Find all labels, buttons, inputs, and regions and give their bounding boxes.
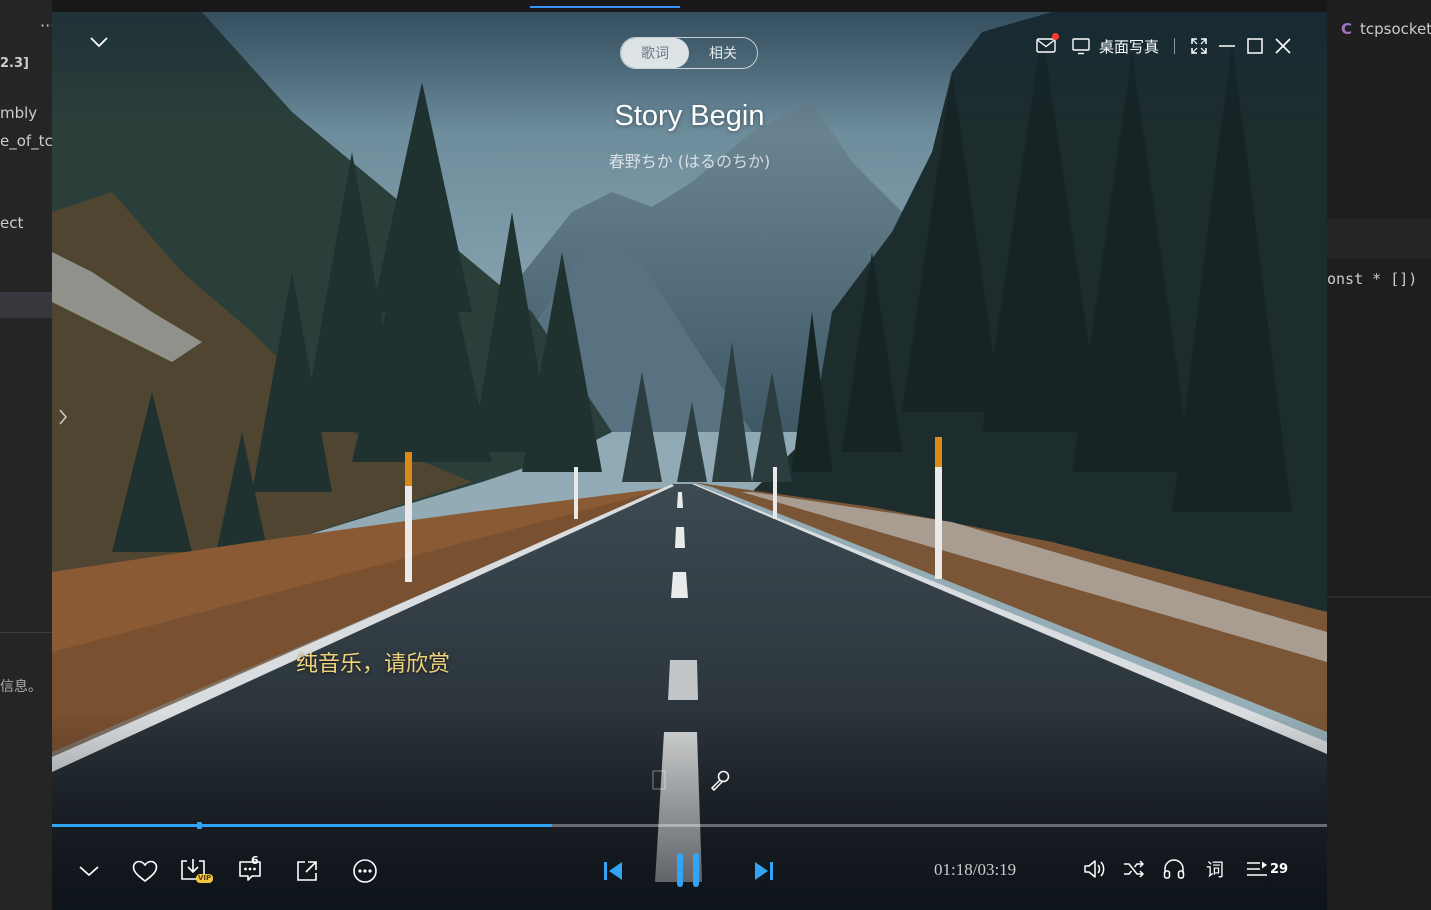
like-button[interactable] [131,858,159,884]
desktop-photo-button[interactable]: 桌面写真 [1072,34,1159,58]
progress-fill [52,824,552,827]
sound-effect-button[interactable] [1161,856,1187,882]
maximize-button[interactable] [1244,35,1266,57]
heart-icon [132,860,158,882]
chevron-down-icon [90,37,108,48]
artist-name[interactable]: 春野ちか (はるのちか) [52,148,1327,172]
share-button[interactable] [293,858,321,884]
tab-related[interactable]: 相关 [689,38,757,68]
skip-next-icon [755,862,773,880]
pause-button[interactable] [672,850,704,890]
editor-side-panel: ··· 2.3] mbly e_of_tcp ect 信息。 [0,0,52,910]
fullscreen-icon [1191,38,1207,54]
notification-dot [1052,33,1059,40]
playlist-count: 29 [1269,861,1289,877]
desktop-photo-label: 桌面写真 [1099,37,1160,56]
toolbar-separator [1174,38,1175,54]
maximize-icon [1247,38,1263,54]
c-file-icon: C [1341,20,1353,38]
panel-text-info: 信息。 [0,679,42,695]
volume-icon [1084,860,1105,878]
shuffle-button[interactable] [1121,856,1147,882]
chevron-right-icon [59,409,68,425]
editor-divider [1327,596,1431,598]
collapse-button[interactable] [76,858,102,884]
panel-text-version: 2.3] [0,56,29,71]
minimize-icon [1219,45,1235,47]
album-background-image [52,12,1327,910]
translate-icon [652,770,666,790]
editor-right-panel: Ctcpsocket onst * []) [1327,0,1431,910]
headphones-icon [1163,859,1185,879]
pause-icon [677,853,699,887]
skip-previous-icon [604,862,622,880]
panel-selected-row[interactable] [0,292,52,318]
playlist-icon [1246,861,1267,876]
panel-divider [0,632,52,633]
comments-button[interactable] [236,858,264,884]
active-tab-indicator [530,6,680,8]
lyric-translate-button[interactable] [648,767,670,793]
playlist-button[interactable]: 29 [1244,856,1290,882]
close-icon [1275,38,1291,54]
song-title: Story Begin [614,100,765,132]
panel-text-file: e_of_tcp [0,132,52,150]
volume-button[interactable] [1081,856,1107,882]
monitor-icon [1072,37,1090,54]
close-button[interactable] [1272,35,1294,57]
tab-lyrics[interactable]: 歌词 [621,38,689,68]
music-player-window: 歌词 相关 桌面写真 Story Begin 春野ちか (はるのちか) 纯音乐，… [52,12,1327,910]
previous-track-button[interactable] [600,858,626,884]
mail-icon [1036,37,1056,53]
share-icon [297,861,317,881]
next-track-button[interactable] [751,858,777,884]
comment-icon [239,861,261,881]
code-fragment: onst * []) [1327,270,1418,288]
editor-tab-tcpsocket[interactable]: Ctcpsocket [1327,12,1431,48]
lyrics-toggle-label: 词 [1206,860,1224,881]
microphone-icon [710,770,730,791]
minimize-button[interactable] [1216,35,1238,57]
playback-time: 01:18/03:19 [934,860,1017,879]
shuffle-icon [1124,860,1145,878]
editor-tab-label: tcpsocket [1360,20,1431,38]
panel-text-assembly: mbly [0,104,38,122]
fullscreen-button[interactable] [1188,35,1210,57]
lyrics-toggle-button[interactable]: 词 [1202,856,1228,882]
karaoke-mic-button[interactable] [707,767,733,793]
lyrics-related-tabs: 歌词 相关 [620,37,758,69]
expand-side-button[interactable] [54,404,72,430]
current-lyric-line: 纯音乐，请欣赏 [296,652,451,677]
panel-text-project: ect [0,214,24,232]
editor-line-highlight [1327,219,1431,259]
progress-bar[interactable] [52,822,1327,829]
more-actions-icon[interactable]: ··· [40,16,52,35]
comment-count: 6 [251,854,259,867]
more-icon [353,859,377,883]
collapse-player-button[interactable] [86,30,112,54]
editor-tab-strip [0,0,1431,12]
more-button[interactable] [351,858,379,884]
progress-marker[interactable] [197,822,203,829]
chevron-down-icon [79,866,99,877]
vip-badge: VIP [196,874,214,883]
